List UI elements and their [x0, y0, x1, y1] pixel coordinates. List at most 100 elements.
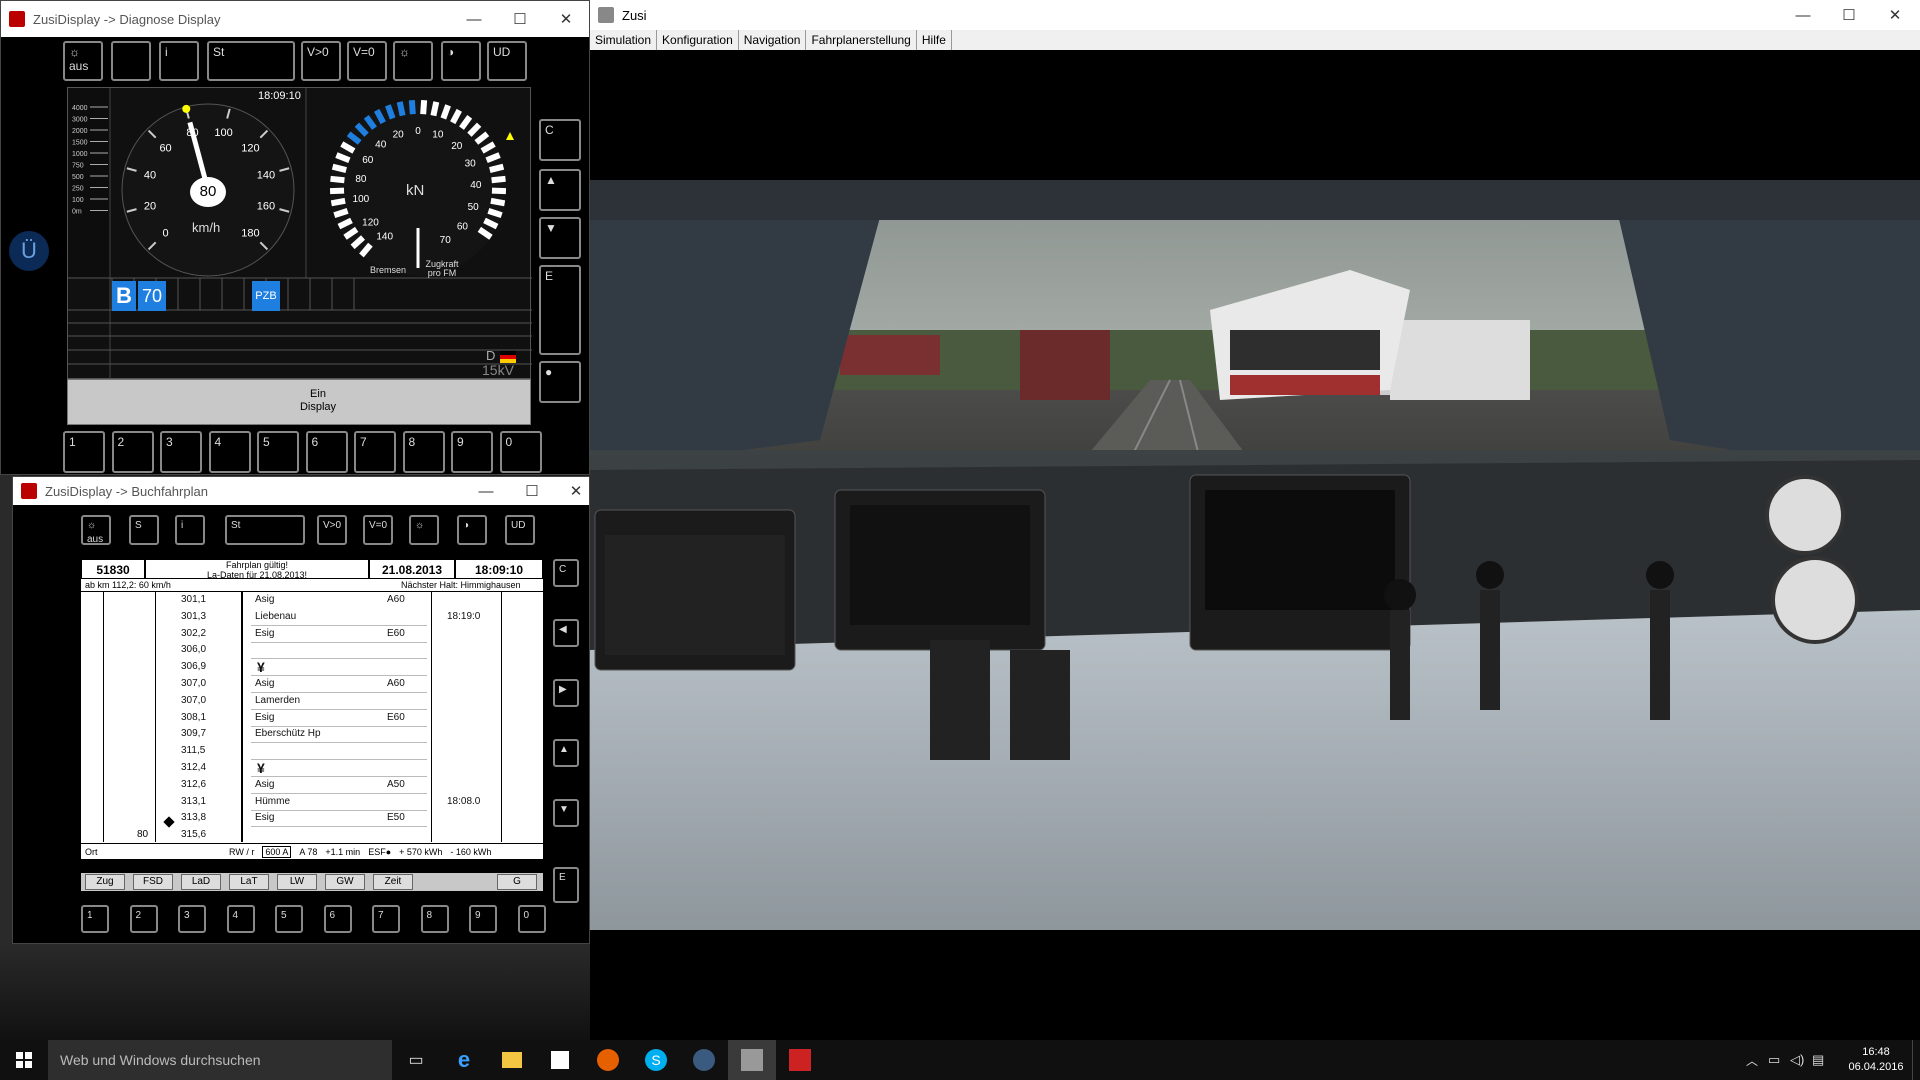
- diag-number-button-6[interactable]: 7: [354, 431, 396, 473]
- diag-side-button-2[interactable]: ▼: [539, 217, 581, 259]
- buch-number-button-7[interactable]: 8: [420, 905, 449, 933]
- buch-number-button-0[interactable]: 1: [81, 905, 109, 933]
- taskbar: Web und Windows durchsuchen ▭ e S ︿ ▭ ◁)…: [0, 1040, 1920, 1080]
- menu-fahrplanerstellung[interactable]: Fahrplanerstellung: [806, 30, 917, 50]
- volume-icon[interactable]: ◁): [1790, 1052, 1812, 1068]
- altitude-label: 100: [72, 197, 84, 204]
- window-title: ZusiDisplay -> Diagnose Display: [33, 11, 221, 27]
- minimize-button[interactable]: —: [451, 1, 497, 37]
- menu-hilfe[interactable]: Hilfe: [917, 30, 952, 50]
- clock[interactable]: 16:48 06.04.2016: [1840, 1045, 1912, 1075]
- diag-top-button-0[interactable]: ☼ aus: [63, 41, 103, 81]
- tray-chevron-icon[interactable]: ︿: [1746, 1052, 1768, 1069]
- row-km: 312,6: [181, 778, 207, 790]
- firefox-icon[interactable]: [584, 1049, 632, 1071]
- diag-number-button-0[interactable]: 1: [63, 431, 105, 473]
- buch-number-button-9[interactable]: 0: [517, 905, 546, 933]
- diag-top-button-2[interactable]: i: [159, 41, 199, 81]
- tab-zug[interactable]: Zug: [85, 874, 125, 890]
- minimize-button[interactable]: —: [463, 477, 509, 505]
- close-button[interactable]: ✕: [543, 1, 589, 37]
- menu-navigation[interactable]: Navigation: [739, 30, 807, 50]
- tab-lat[interactable]: LaT: [229, 874, 269, 890]
- diag-number-button-1[interactable]: 2: [111, 431, 154, 473]
- tab-lw[interactable]: LW: [277, 874, 317, 890]
- next-stop: Nächster Halt: Himmighausen: [401, 580, 521, 590]
- maximize-button[interactable]: ☐: [509, 477, 555, 505]
- diag-top-button-8[interactable]: UD: [487, 41, 527, 81]
- diag-number-button-9[interactable]: 0: [499, 431, 542, 473]
- tab-g[interactable]: G: [497, 874, 537, 890]
- notification-icon[interactable]: ▤: [1812, 1052, 1840, 1068]
- ein-display-button[interactable]: Ein Display: [298, 388, 338, 414]
- buch-top-button-3[interactable]: St: [225, 515, 305, 545]
- edge-icon[interactable]: e: [440, 1047, 488, 1073]
- buch-side-button-1[interactable]: ◀: [553, 619, 579, 647]
- buch-number-button-2[interactable]: 3: [178, 905, 206, 933]
- diag-side-button-0[interactable]: C: [539, 119, 581, 161]
- diag-side-button-4[interactable]: ●: [539, 361, 581, 403]
- diag-number-button-8[interactable]: 9: [451, 431, 493, 473]
- menu-simulation[interactable]: Simulation: [590, 30, 658, 50]
- buch-number-button-1[interactable]: 2: [129, 905, 158, 933]
- diag-top-button-3[interactable]: St: [207, 41, 295, 81]
- fahrplan-row: 301,1 Asig A60: [81, 592, 543, 609]
- store-icon[interactable]: [536, 1051, 584, 1069]
- tab-gw[interactable]: GW: [325, 874, 365, 890]
- cab-view-scene[interactable]: [590, 180, 1920, 930]
- search-box[interactable]: Web und Windows durchsuchen: [48, 1040, 392, 1080]
- diag-top-button-1[interactable]: [111, 41, 151, 81]
- fahrplan-row: 313,8 Esig E50: [81, 810, 543, 828]
- buch-top-button-1[interactable]: S: [129, 515, 159, 545]
- diag-number-button-7[interactable]: 8: [402, 431, 445, 473]
- diag-number-button-2[interactable]: 3: [160, 431, 202, 473]
- buch-side-button-3[interactable]: ▲: [553, 739, 579, 767]
- diag-top-button-5[interactable]: V=0: [347, 41, 387, 81]
- task-view-icon[interactable]: ▭: [392, 1050, 440, 1070]
- file-explorer-icon[interactable]: [488, 1052, 536, 1068]
- tab-lad[interactable]: LaD: [181, 874, 221, 890]
- diag-number-button-5[interactable]: 6: [305, 431, 348, 473]
- buch-top-button-2[interactable]: i: [175, 515, 205, 545]
- diag-side-button-3[interactable]: E: [539, 265, 581, 355]
- buch-top-button-8[interactable]: UD: [505, 515, 535, 545]
- buch-top-button-4[interactable]: V>0: [317, 515, 347, 545]
- buch-number-button-6[interactable]: 7: [372, 905, 400, 933]
- buch-number-button-4[interactable]: 5: [275, 905, 303, 933]
- buch-number-button-8[interactable]: 9: [469, 905, 497, 933]
- buch-top-button-5[interactable]: V=0: [363, 515, 393, 545]
- close-button[interactable]: ✕: [1872, 0, 1918, 30]
- menu-konfiguration[interactable]: Konfiguration: [657, 30, 739, 50]
- buch-top-button-7[interactable]: ◑: [457, 515, 487, 545]
- tab-fsd[interactable]: FSD: [133, 874, 173, 890]
- buch-side-button-0[interactable]: C: [553, 559, 579, 587]
- start-button[interactable]: [0, 1040, 48, 1080]
- force-tick-label: 60: [457, 221, 469, 232]
- skype-icon[interactable]: S: [632, 1049, 680, 1071]
- zusidisplay-taskbar-icon[interactable]: [776, 1049, 824, 1071]
- buch-side-button-5[interactable]: E: [553, 867, 579, 903]
- diag-top-button-6[interactable]: ☼: [393, 41, 433, 81]
- diag-top-button-4[interactable]: V>0: [301, 41, 341, 81]
- diag-number-button-4[interactable]: 5: [257, 431, 299, 473]
- buch-top-button-6[interactable]: ☼: [409, 515, 439, 545]
- buch-number-button-5[interactable]: 6: [323, 905, 352, 933]
- zusi-taskbar-icon[interactable]: [728, 1040, 776, 1080]
- diag-top-button-7[interactable]: ◑: [441, 41, 481, 81]
- buch-side-button-4[interactable]: ▼: [553, 799, 579, 827]
- tab-zeit[interactable]: Zeit: [373, 874, 413, 890]
- network-icon[interactable]: ▭: [1768, 1052, 1790, 1068]
- buch-side-button-2[interactable]: ▶: [553, 679, 579, 707]
- diag-number-button-3[interactable]: 4: [208, 431, 251, 473]
- maximize-button[interactable]: ☐: [1826, 0, 1872, 30]
- steam-icon[interactable]: [680, 1049, 728, 1071]
- minimize-button[interactable]: —: [1780, 0, 1826, 30]
- maximize-button[interactable]: ☐: [497, 1, 543, 37]
- buch-number-button-3[interactable]: 4: [226, 905, 255, 933]
- buch-footer: Ort RW / r 600 A A 78 +1.1 min ESF● + 57…: [81, 843, 543, 859]
- diag-side-button-1[interactable]: ▲: [539, 169, 581, 211]
- buch-tabs: Zug FSD LaD LaT LW GW Zeit G: [81, 873, 543, 891]
- buch-top-button-0[interactable]: ☼ aus: [81, 515, 111, 545]
- show-desktop-button[interactable]: [1912, 1040, 1920, 1080]
- row-signal: A60: [387, 594, 405, 605]
